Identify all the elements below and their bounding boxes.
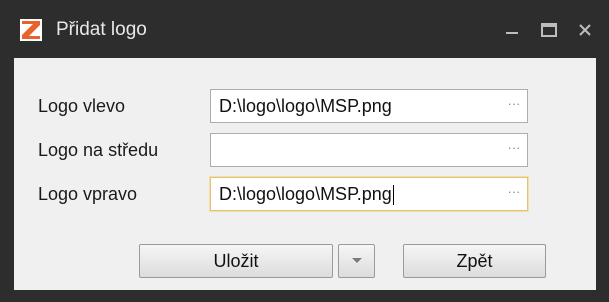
maximize-button[interactable] xyxy=(537,18,561,42)
logo-left-field[interactable]: D:\logo\logo\MSP.png ··· xyxy=(210,89,528,123)
logo-center-label: Logo na středu xyxy=(38,140,159,160)
logo-left-label: Logo vlevo xyxy=(38,96,126,116)
dialog-content: Logo vlevo D:\logo\logo\MSP.png ··· Logo… xyxy=(14,58,596,290)
maximize-icon xyxy=(541,23,557,37)
save-button[interactable]: Uložit xyxy=(139,244,333,278)
text-caret xyxy=(392,185,394,206)
add-logo-dialog: Přidat logo Logo vlevo D:\logo\logo\MSP.… xyxy=(0,0,609,302)
chevron-down-icon xyxy=(352,258,362,263)
minimize-icon xyxy=(506,32,518,34)
close-icon xyxy=(579,24,591,36)
minimize-button[interactable] xyxy=(500,18,524,42)
logo-right-text: D:\logo\logo\MSP.png xyxy=(219,184,392,204)
close-button[interactable] xyxy=(573,18,597,42)
save-options-dropdown-button[interactable] xyxy=(338,244,375,278)
window-title: Přidat logo xyxy=(56,19,147,40)
logo-center-browse-button[interactable]: ··· xyxy=(504,137,524,163)
logo-left-value: D:\logo\logo\MSP.png xyxy=(219,96,392,116)
logo-right-label: Logo vpravo xyxy=(38,184,138,204)
logo-left-browse-button[interactable]: ··· xyxy=(504,93,524,119)
logo-right-field[interactable]: D:\logo\logo\MSP.png ··· xyxy=(210,177,528,211)
logo-right-browse-button[interactable]: ··· xyxy=(504,181,524,207)
title-bar[interactable]: Přidat logo xyxy=(0,0,609,56)
logo-center-field[interactable]: ··· xyxy=(210,133,528,167)
app-logo-icon xyxy=(20,19,42,41)
logo-right-value: D:\logo\logo\MSP.png xyxy=(219,178,394,210)
back-button[interactable]: Zpět xyxy=(403,244,546,278)
